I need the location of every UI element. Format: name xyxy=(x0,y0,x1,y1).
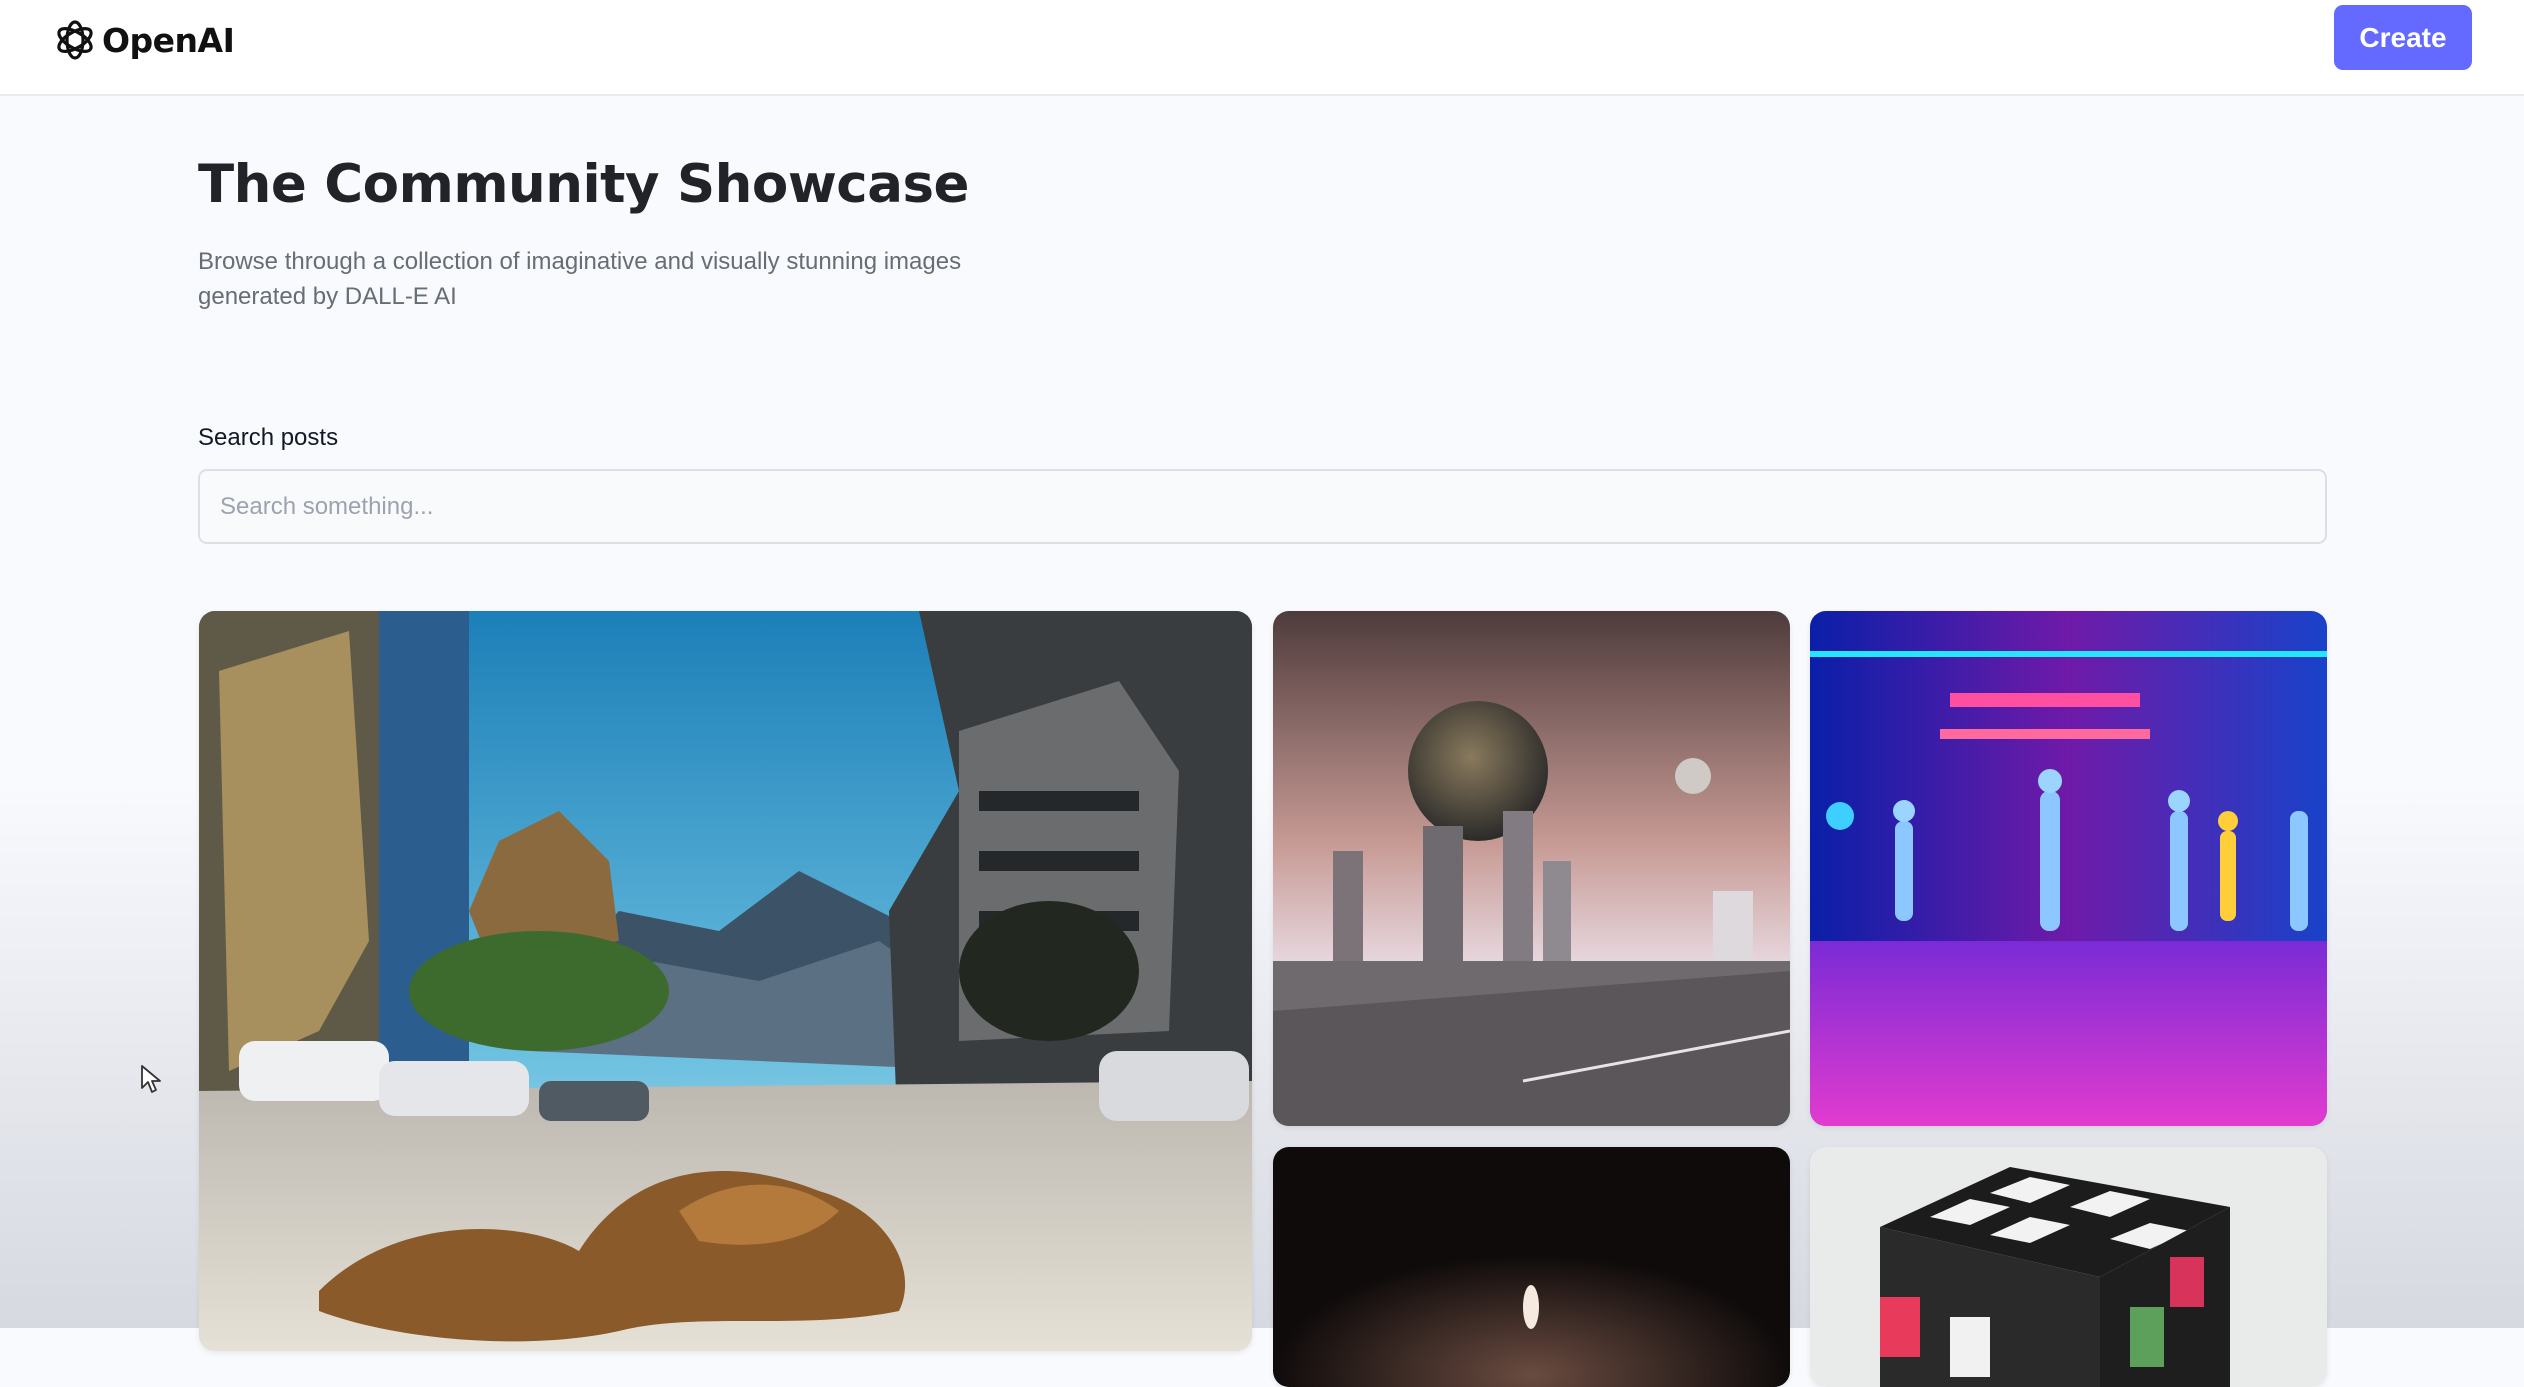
generated-image-beach-town xyxy=(199,611,1252,1351)
search-label: Search posts xyxy=(198,424,339,451)
search-input[interactable] xyxy=(198,469,2327,544)
openai-logo-link[interactable]: OpenAI xyxy=(52,14,235,66)
create-button[interactable]: Create xyxy=(2334,5,2472,70)
top-navbar: OpenAI Create xyxy=(0,0,2524,96)
page-subtitle: Browse through a collection of imaginati… xyxy=(198,248,962,310)
page-title: The Community Showcase xyxy=(198,154,969,215)
openai-knot-icon xyxy=(57,20,93,60)
generated-image-city-planet xyxy=(1273,611,1790,1126)
gallery-card-beach-town[interactable] xyxy=(199,611,1252,1351)
gallery-card-candle[interactable] xyxy=(1273,1147,1790,1387)
mouse-pointer-icon xyxy=(141,1065,161,1093)
gallery-card-neon-dancers[interactable] xyxy=(1810,611,2327,1126)
generated-image-rubiks-cube xyxy=(1810,1147,2327,1387)
gallery-card-city-planet[interactable] xyxy=(1273,611,1790,1126)
gallery-card-rubiks-cube[interactable] xyxy=(1810,1147,2327,1387)
generated-image-candle xyxy=(1273,1147,1790,1387)
generated-image-neon-dancers xyxy=(1810,611,2327,1126)
logo-text: OpenAI xyxy=(102,20,235,60)
